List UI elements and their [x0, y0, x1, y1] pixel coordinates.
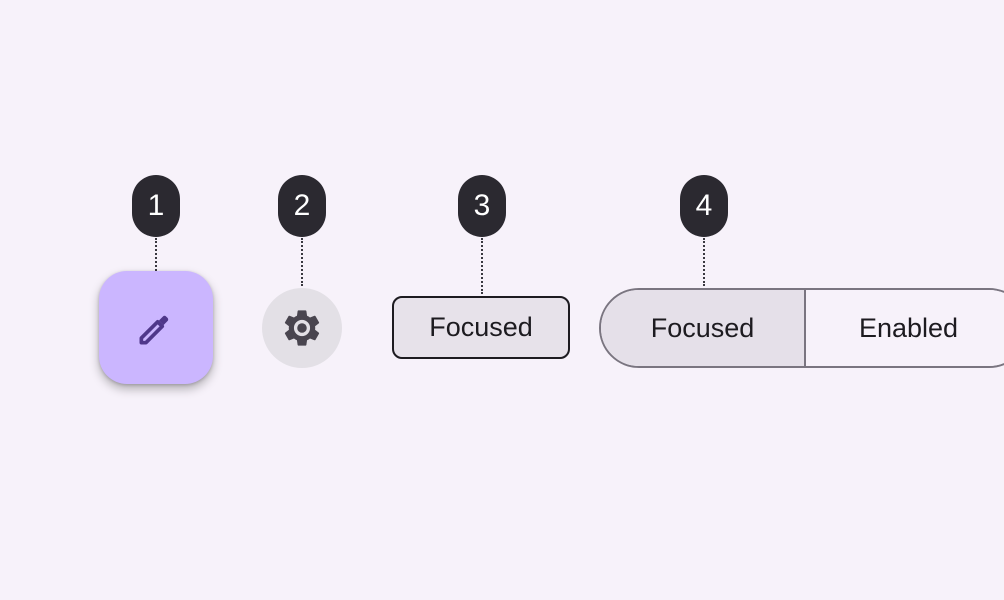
callout-badge-1: 1 [132, 175, 180, 237]
callout-leader-4 [703, 238, 705, 286]
segment-focused[interactable]: Focused [601, 290, 806, 366]
segment-enabled[interactable]: Enabled [806, 290, 1004, 366]
segmented-button: Focused Enabled [599, 288, 1004, 368]
callout-leader-3 [481, 238, 483, 294]
callout-leader-2 [301, 238, 303, 286]
callout-badge-3: 3 [458, 175, 506, 237]
edit-fab-button[interactable] [99, 271, 213, 384]
callout-leader-1 [155, 238, 157, 271]
settings-icon-button[interactable] [262, 288, 342, 368]
callout-badge-4: 4 [680, 175, 728, 237]
focused-chip[interactable]: Focused [392, 296, 570, 359]
pencil-icon [139, 315, 169, 344]
gear-icon [284, 310, 320, 346]
callout-badge-2: 2 [278, 175, 326, 237]
